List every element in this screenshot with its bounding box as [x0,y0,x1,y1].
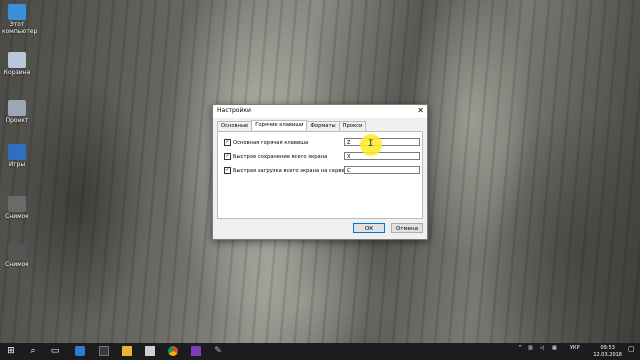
dialog-title: Настройки [217,107,251,114]
tab-proxy[interactable]: Прокси [338,121,367,131]
ok-button[interactable]: ОК [353,223,385,233]
main-hotkey-input[interactable]: Z [344,138,420,146]
edge-icon[interactable] [75,346,85,356]
upload-checkbox[interactable]: ✓ [224,167,231,174]
hotkeys-panel: ✓ Основная горячая клавиша Z ✓ Быстрое с… [217,131,423,219]
language-indicator[interactable]: УКР [570,345,580,351]
snapshot-icon [8,244,26,260]
desktop-icon-games[interactable]: Игры [2,144,32,169]
volume-icon[interactable]: ◁ [540,345,544,351]
project-icon [8,100,26,116]
network-icon[interactable]: ▥ [528,345,533,351]
store-icon[interactable] [99,346,109,356]
desktop-icon-project[interactable]: Проект [2,100,32,125]
explorer-icon[interactable] [122,346,132,356]
desktop-icon-snapshot-2[interactable]: Снимок [2,244,32,269]
quicksave-checkbox[interactable]: ✓ [224,153,231,160]
main-hotkey-checkbox[interactable]: ✓ [224,139,231,146]
desktop-icon-this-pc[interactable]: Этот компьютер [2,4,37,35]
snapshot-icon [8,196,26,212]
text-cursor-icon: I [368,139,374,149]
mail-icon[interactable] [145,346,155,356]
cancel-button[interactable]: Отмена [391,223,423,233]
onenote-icon[interactable] [191,346,201,356]
chrome-icon[interactable] [168,346,178,356]
main-hotkey-label: Основная горячая клавиша [233,139,309,146]
clock-date: 12.03.2018 [593,351,622,358]
settings-dialog: Настройки ✕ Основные Горячие клавиши Фор… [212,104,428,240]
hotkey-row-upload: ✓ Быстрая загрузка всего экрана на серве… [224,166,348,175]
hotkey-row-main: ✓ Основная горячая клавиша [224,138,308,147]
desktop-icon-recycle-bin[interactable]: Корзина [2,52,32,77]
start-icon[interactable]: ⊞ [6,346,16,356]
hotkey-row-quicksave: ✓ Быстрое сохранение всего экрана [224,152,327,161]
clock[interactable]: 09:53 12.03.2018 [593,345,622,358]
quicksave-label: Быстрое сохранение всего экрана [233,153,328,160]
quicksave-input[interactable]: X [344,152,420,160]
recycle-bin-icon [8,52,26,68]
tab-hotkeys[interactable]: Горячие клавиши [251,120,308,130]
keyboard-icon[interactable]: ▦ [552,345,557,351]
tab-formats[interactable]: Форматы [306,121,340,131]
upload-input[interactable]: C [344,166,420,174]
close-icon[interactable]: ✕ [417,106,424,116]
notifications-icon[interactable]: ▢ [628,345,635,353]
games-icon [8,144,26,160]
upload-label: Быстрая загрузка всего экрана на сервер [233,167,348,174]
feather-icon[interactable]: ✎ [213,346,223,356]
desktop-icon-snapshot-1[interactable]: Снимок [2,196,32,221]
computer-icon [8,4,26,20]
taskbar: ⊞ ⌕ ▭ ✎ ^ ▥ ◁ ▦ УКР 09:53 12.03.2018 ▢ [0,343,640,360]
search-icon[interactable]: ⌕ [28,346,38,356]
dialog-titlebar[interactable]: Настройки ✕ [213,105,427,118]
tab-general[interactable]: Основные [217,121,253,131]
task-view-icon[interactable]: ▭ [50,346,60,356]
tab-bar: Основные Горячие клавиши Форматы Прокси [217,120,367,131]
tray-up-arrow-icon[interactable]: ^ [518,345,522,351]
